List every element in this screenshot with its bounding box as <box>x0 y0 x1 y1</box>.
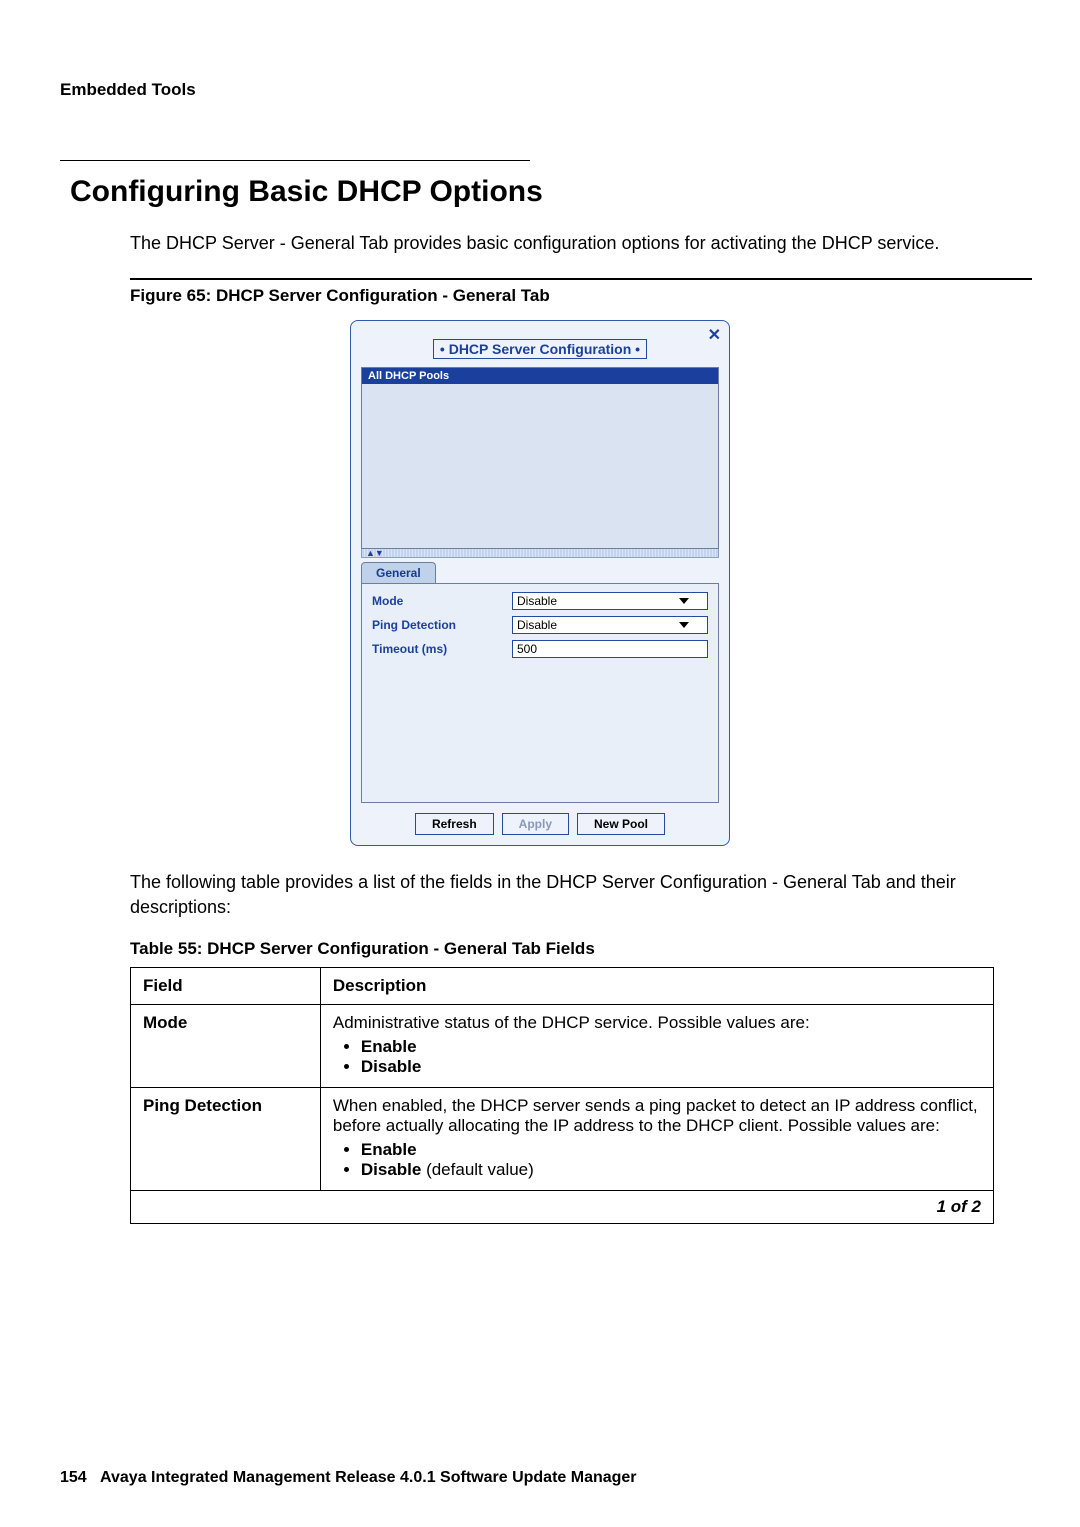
table-page-indicator: 1 of 2 <box>130 1191 994 1224</box>
tab-general[interactable]: General <box>361 562 436 583</box>
apply-button[interactable]: Apply <box>502 813 569 835</box>
dialog-title: • DHCP Server Configuration • <box>433 339 647 359</box>
figure-image: ✕ • DHCP Server Configuration • All DHCP… <box>350 320 730 846</box>
rule-above-title <box>60 160 530 161</box>
after-figure-paragraph: The following table provides a list of t… <box>130 870 1000 920</box>
mode-desc-lead: Administrative status of the DHCP servic… <box>333 1013 810 1032</box>
timeout-input[interactable]: 500 <box>512 640 708 658</box>
chevron-down-icon <box>679 622 689 628</box>
cell-desc-ping: When enabled, the DHCP server sends a pi… <box>320 1088 993 1191</box>
list-item: Enable <box>361 1140 981 1160</box>
list-item: Disable <box>361 1057 981 1077</box>
cell-field-mode: Mode <box>131 1005 321 1088</box>
figure-caption: Figure 65: DHCP Server Configuration - G… <box>130 286 1020 306</box>
section-heading: Configuring Basic DHCP Options <box>70 175 1020 209</box>
th-field: Field <box>131 968 321 1005</box>
dhcp-pool-list[interactable]: All DHCP Pools <box>361 367 719 549</box>
page-number: 154 <box>60 1469 87 1486</box>
list-item: Enable <box>361 1037 981 1057</box>
table-row: Ping Detection When enabled, the DHCP se… <box>131 1088 994 1191</box>
th-description: Description <box>320 968 993 1005</box>
mode-select[interactable]: Disable <box>512 592 708 610</box>
fields-table: Field Description Mode Administrative st… <box>130 967 994 1191</box>
refresh-button[interactable]: Refresh <box>415 813 494 835</box>
figure-separator <box>130 278 1032 280</box>
table-caption: Table 55: DHCP Server Configuration - Ge… <box>130 939 1020 959</box>
page-footer: 154 Avaya Integrated Management Release … <box>60 1469 637 1487</box>
intro-paragraph: The DHCP Server - General Tab provides b… <box>130 231 1000 256</box>
ping-desc-lead: When enabled, the DHCP server sends a pi… <box>333 1096 978 1135</box>
cell-desc-mode: Administrative status of the DHCP servic… <box>320 1005 993 1088</box>
pane-splitter[interactable]: ▲▼ <box>361 549 719 558</box>
dhcp-config-dialog: ✕ • DHCP Server Configuration • All DHCP… <box>350 320 730 846</box>
chevron-down-icon <box>679 598 689 604</box>
cell-field-ping: Ping Detection <box>131 1088 321 1191</box>
list-item: Disable (default value) <box>361 1160 981 1180</box>
timeout-label: Timeout (ms) <box>372 642 512 656</box>
page-header: Embedded Tools <box>60 80 1020 100</box>
mode-select-value: Disable <box>517 594 557 608</box>
table-row: Mode Administrative status of the DHCP s… <box>131 1005 994 1088</box>
new-pool-button[interactable]: New Pool <box>577 813 665 835</box>
ping-detection-label: Ping Detection <box>372 618 512 632</box>
general-panel: Mode Disable Ping Detection Disable Time… <box>361 583 719 803</box>
splitter-handle-icon: ▲▼ <box>366 548 384 558</box>
ping-detection-select[interactable]: Disable <box>512 616 708 634</box>
mode-label: Mode <box>372 594 512 608</box>
timeout-value: 500 <box>517 642 537 656</box>
ping-detection-value: Disable <box>517 618 557 632</box>
pool-list-header: All DHCP Pools <box>362 368 718 384</box>
close-icon[interactable]: ✕ <box>708 325 721 345</box>
book-title: Avaya Integrated Management Release 4.0.… <box>100 1469 636 1486</box>
